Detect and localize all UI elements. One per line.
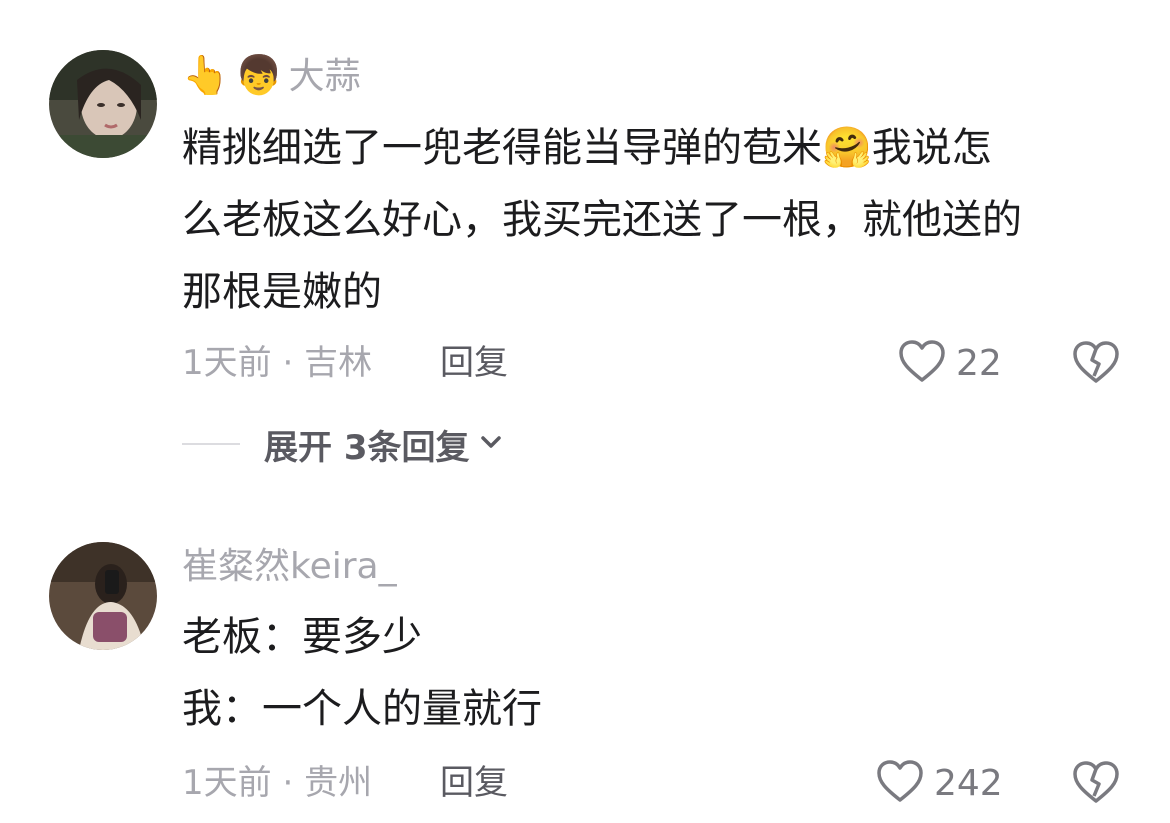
comment-meta: 1天前 · 吉林 — [182, 338, 372, 388]
username[interactable]: 👆 👦 大蒜 — [182, 50, 361, 100]
comment-time: 1天前 — [182, 763, 272, 803]
comment-text-line: 精挑细选了一兜老得能当导弹的苞米🤗我说怎 — [182, 125, 992, 171]
like-button[interactable]: 242 — [876, 758, 1003, 808]
avatar[interactable] — [49, 542, 157, 650]
like-button[interactable]: 22 — [898, 338, 1002, 388]
broken-heart-icon — [1072, 341, 1120, 390]
comment-text[interactable]: 精挑细选了一兜老得能当导弹的苞米🤗我说怎 么老板这么好心，我买完还送了一根，就他… — [182, 112, 1132, 328]
reply-button[interactable]: 回复 — [440, 758, 508, 808]
meta-separator: · — [282, 763, 305, 803]
comment-text-line: 么老板这么好心，我买完还送了一根，就他送的 — [182, 197, 1022, 243]
dislike-button[interactable] — [1072, 758, 1120, 806]
comment-text[interactable]: 老板：要多少 我：一个人的量就行 — [182, 601, 1132, 745]
comment-time: 1天前 — [182, 343, 272, 383]
pointing-up-emoji: 👆 — [182, 53, 230, 97]
heart-outline-icon — [876, 759, 924, 807]
comment-meta: 1天前 · 贵州 — [182, 758, 372, 808]
comment-location: 贵州 — [304, 763, 373, 803]
comment-item: 崔粲然keira_ 老板：要多少 我：一个人的量就行 1天前 · 贵州 回复 2… — [0, 500, 1170, 823]
comment-text-line: 我：一个人的量就行 — [182, 686, 542, 732]
username-text: 大蒜 — [288, 56, 361, 97]
chevron-down-icon — [478, 432, 504, 456]
expand-replies-button[interactable]: 展开 3条回复 — [182, 422, 504, 468]
broken-heart-icon — [1072, 761, 1120, 810]
comment-text-line: 那根是嫩的 — [182, 269, 382, 315]
comment-location: 吉林 — [304, 343, 373, 383]
reply-button[interactable]: 回复 — [440, 338, 508, 388]
comment-item: 👆 👦 大蒜 精挑细选了一兜老得能当导弹的苞米🤗我说怎 么老板这么好心，我买完还送了… — [0, 0, 1170, 500]
avatar[interactable] — [49, 50, 157, 158]
expand-replies-label: 展开 3条回复 — [264, 427, 470, 468]
like-count: 22 — [956, 342, 1002, 384]
heart-outline-icon — [898, 339, 946, 387]
username[interactable]: 崔粲然keira_ — [182, 542, 397, 592]
dislike-button[interactable] — [1072, 338, 1120, 386]
meta-separator: · — [282, 343, 305, 383]
comment-list: 👆 👦 大蒜 精挑细选了一兜老得能当导弹的苞米🤗我说怎 么老板这么好心，我买完还送了… — [0, 0, 1170, 823]
boy-emoji: 👦 — [235, 53, 283, 97]
divider — [182, 443, 240, 445]
comment-text-line: 老板：要多少 — [182, 614, 422, 660]
like-count: 242 — [934, 762, 1003, 804]
